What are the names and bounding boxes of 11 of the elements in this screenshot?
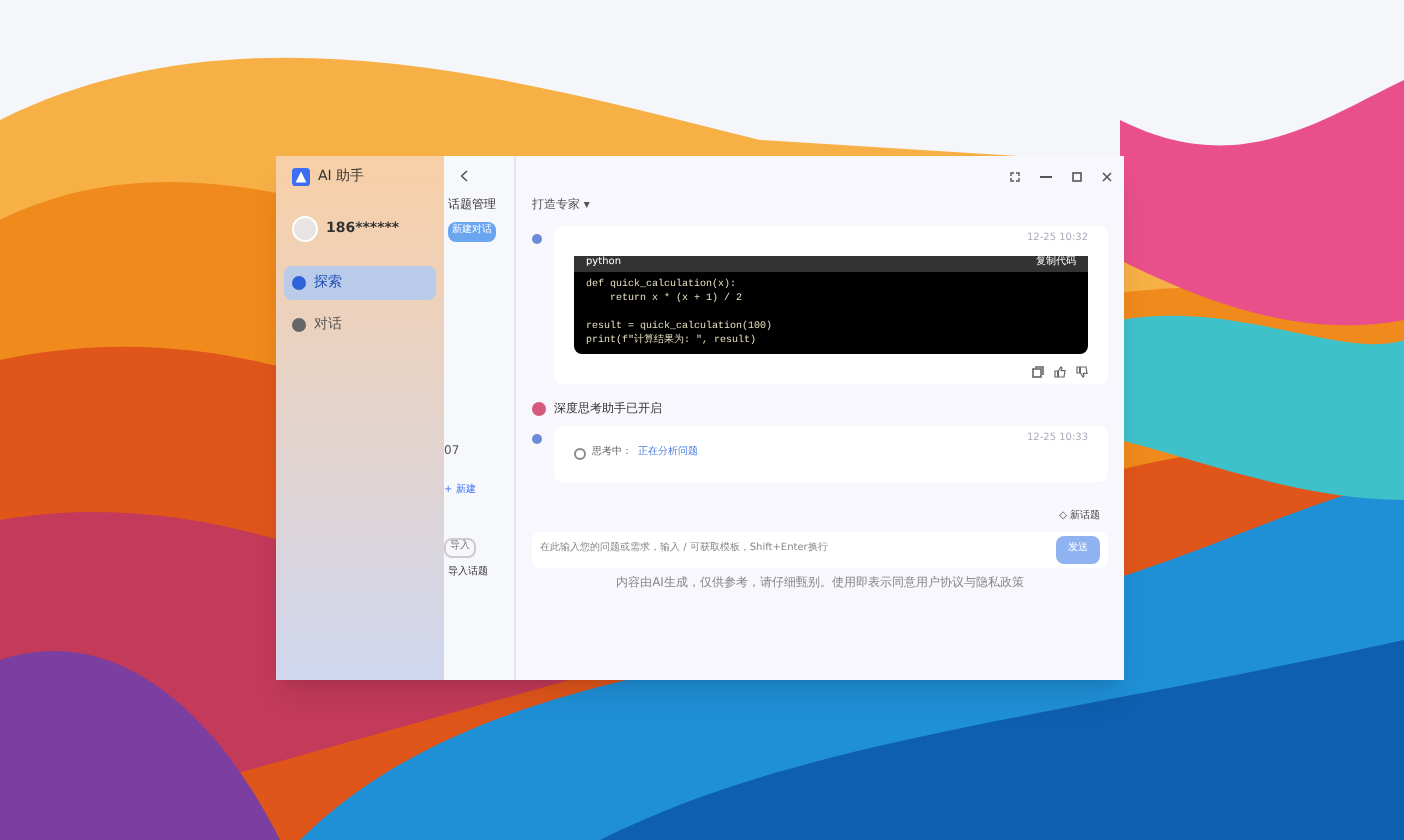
copy-icon[interactable] — [1032, 365, 1044, 377]
collapse-icon[interactable] — [460, 170, 468, 182]
fullscreen-icon[interactable] — [1010, 171, 1020, 181]
avatar-icon — [292, 216, 318, 242]
minimize-icon[interactable] — [1040, 175, 1052, 177]
spinner-icon — [574, 447, 586, 460]
close-icon[interactable] — [1102, 171, 1112, 181]
logo-icon — [292, 167, 310, 185]
maximize-icon[interactable] — [1072, 171, 1082, 181]
thumbs-down-icon[interactable] — [1076, 365, 1088, 377]
thumbs-up-icon[interactable] — [1054, 365, 1066, 377]
